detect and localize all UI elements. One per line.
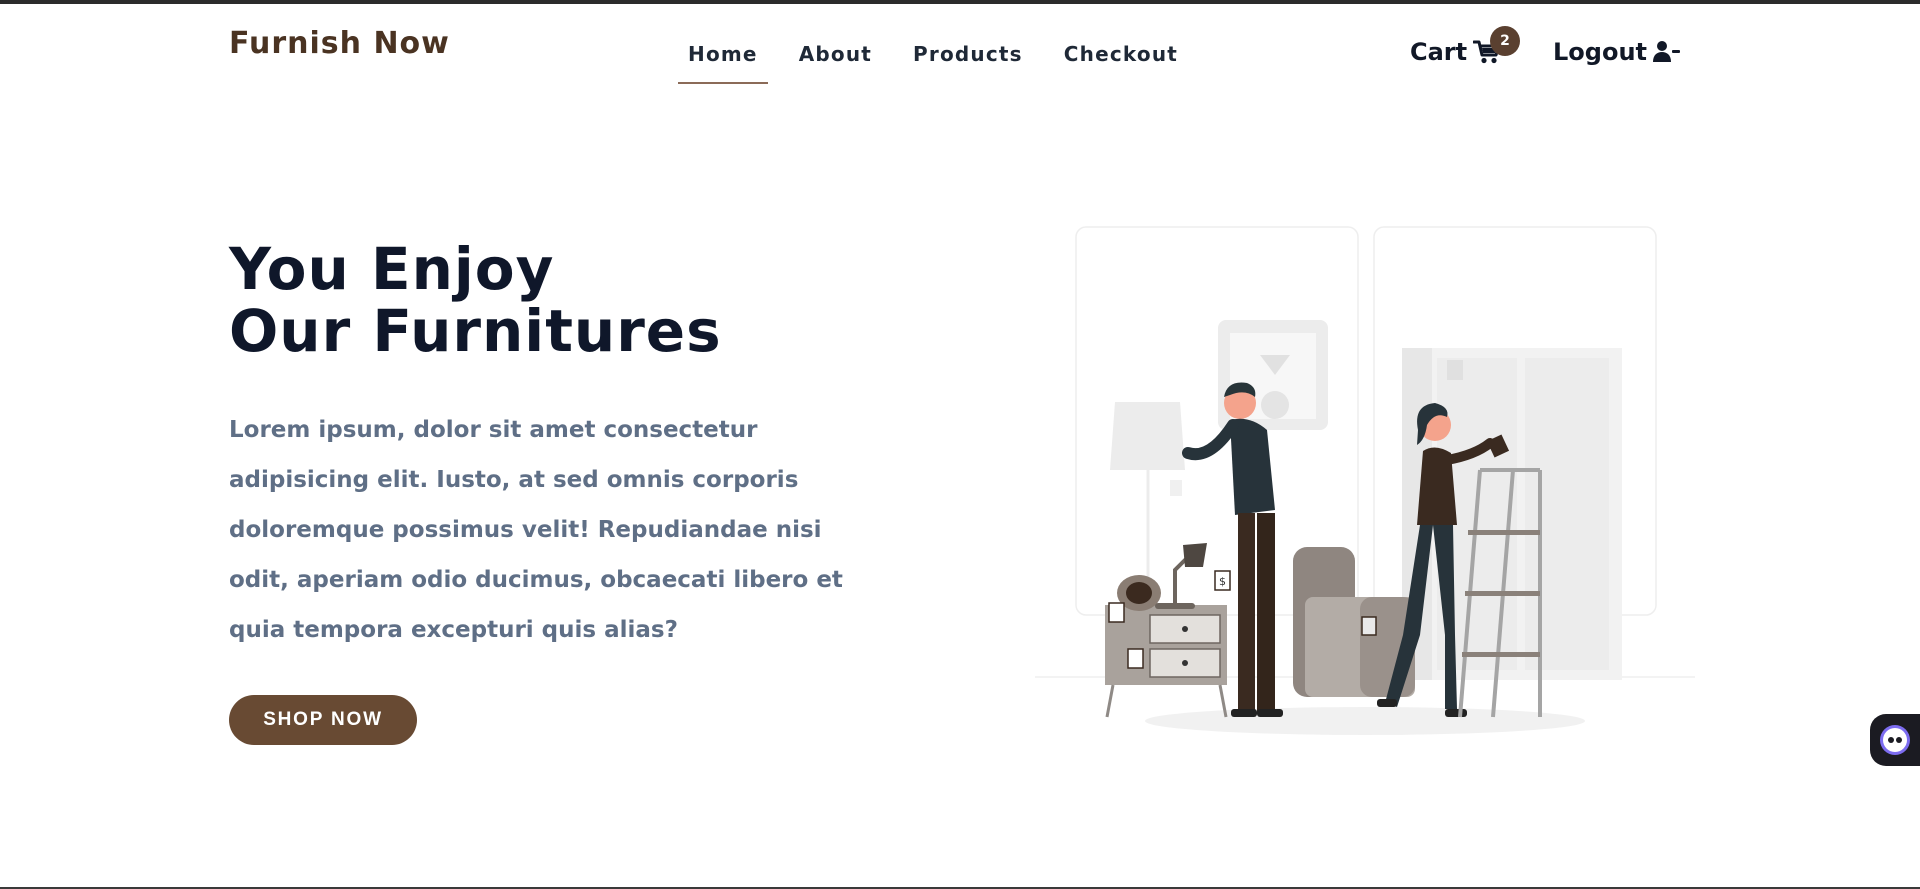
- cart-count-badge: 2: [1490, 26, 1520, 56]
- brand-logo[interactable]: Furnish Now: [229, 26, 450, 61]
- nav-about[interactable]: About: [789, 38, 882, 84]
- assistant-icon: [1880, 725, 1910, 755]
- vase-opening: [1126, 582, 1152, 604]
- cart-link[interactable]: Cart: [1410, 38, 1501, 66]
- hero-description: Lorem ipsum, dolor sit amet consectetur …: [229, 417, 843, 643]
- nav-products[interactable]: Products: [903, 38, 1033, 84]
- man-shoe-right: [1257, 709, 1283, 717]
- man-shoe-left: [1231, 709, 1257, 717]
- ladder-shelf-2: [1465, 591, 1540, 596]
- hero-title-line2: Our Furnitures: [229, 297, 722, 365]
- vase-price-tag: [1108, 602, 1125, 623]
- floating-assistant-widget[interactable]: [1870, 714, 1920, 766]
- ladder-shelf-1: [1468, 530, 1540, 535]
- floor-shadow: [1145, 707, 1585, 735]
- nightstand-leg-left: [1105, 684, 1115, 718]
- floor-lamp-shade: [1110, 402, 1185, 470]
- drawer-price-tag: [1127, 648, 1144, 669]
- furniture-shopping-illustration: $: [1035, 226, 1695, 735]
- drawer-knob-top: [1182, 626, 1188, 632]
- nav-home[interactable]: Home: [678, 38, 768, 84]
- mirror-circle: [1261, 391, 1289, 419]
- price-tag-symbol: $: [1219, 575, 1226, 588]
- desk-lamp-shade: [1183, 543, 1207, 567]
- cart-label: Cart: [1410, 38, 1468, 66]
- drawer-knob-bottom: [1182, 660, 1188, 666]
- armchair-price-tag: [1361, 616, 1377, 636]
- main-nav: Home About Products Checkout: [678, 38, 1209, 84]
- hero-title: You Enjoy Our Furnitures: [229, 238, 722, 362]
- nav-checkout[interactable]: Checkout: [1054, 38, 1188, 84]
- ladder-shelf-3: [1462, 652, 1540, 657]
- man-leg-left: [1238, 513, 1255, 713]
- woman-shoe-left: [1377, 699, 1397, 707]
- wardrobe-price-tag: [1447, 360, 1463, 380]
- lamp-price-tag: [1170, 480, 1182, 496]
- top-border: [0, 0, 1920, 4]
- hero-title-line1: You Enjoy: [229, 235, 555, 303]
- woman-shoe-right: [1445, 709, 1467, 717]
- logout-link[interactable]: Logout: [1553, 38, 1681, 66]
- shop-now-button[interactable]: SHOP NOW: [229, 695, 417, 745]
- logout-label: Logout: [1553, 38, 1648, 66]
- user-minus-icon: [1653, 41, 1681, 62]
- wardrobe-door-right: [1525, 358, 1609, 670]
- man-leg-right: [1257, 513, 1275, 713]
- desk-lamp-base: [1155, 603, 1195, 609]
